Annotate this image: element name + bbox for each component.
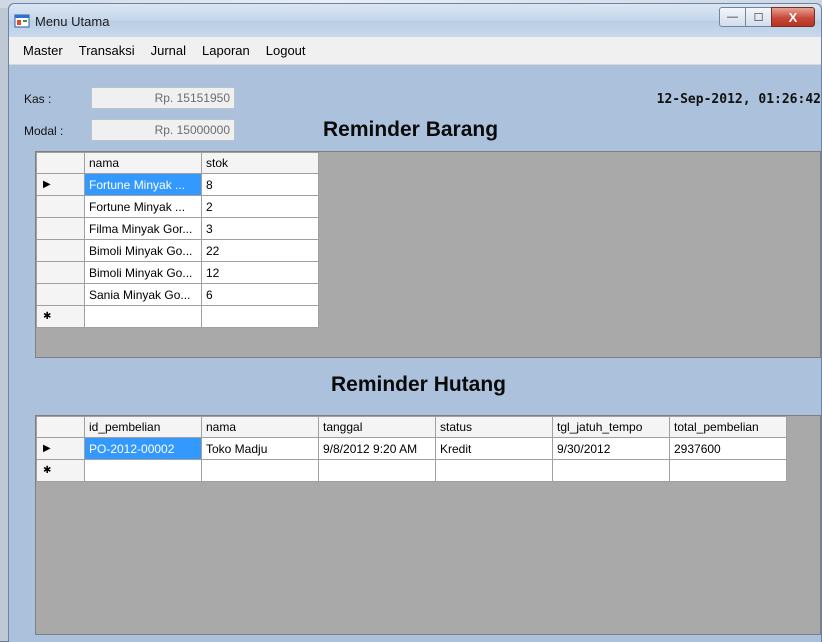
menu-jurnal[interactable]: Jurnal: [143, 43, 194, 58]
column-header-tgl-jatuh-tempo[interactable]: tgl_jatuh_tempo: [552, 416, 670, 438]
menu-laporan[interactable]: Laporan: [194, 43, 258, 58]
maximize-icon: ☐: [753, 11, 764, 24]
table-cell[interactable]: Filma Minyak Gor...: [84, 217, 202, 240]
table-cell[interactable]: 3: [201, 217, 319, 240]
column-header-stok[interactable]: stok: [201, 152, 319, 174]
table-cell[interactable]: Toko Madju: [201, 437, 319, 460]
table-cell[interactable]: 6: [201, 283, 319, 306]
window-title: Menu Utama: [35, 14, 110, 29]
current-row-icon: ▶: [36, 437, 85, 460]
row-header[interactable]: [36, 283, 85, 306]
table-cell[interactable]: Fortune Minyak ...: [84, 195, 202, 218]
reminder-hutang-title: Reminder Hutang: [331, 373, 507, 396]
table-row[interactable]: Sania Minyak Go... 6: [36, 283, 319, 306]
modal-field[interactable]: Rp. 15000000: [91, 119, 235, 141]
row-header[interactable]: [36, 195, 85, 218]
row-header[interactable]: [36, 261, 85, 284]
reminder-hutang-grid[interactable]: id_pembelian nama tanggal status tgl_jat…: [35, 415, 821, 635]
table-cell[interactable]: 9/30/2012: [552, 437, 670, 460]
table-cell[interactable]: [84, 305, 202, 328]
table-cell[interactable]: [552, 459, 670, 482]
close-icon: X: [788, 9, 798, 25]
reminder-hutang-table: id_pembelian nama tanggal status tgl_jat…: [36, 416, 787, 482]
column-header-status[interactable]: status: [435, 416, 553, 438]
row-header[interactable]: [36, 217, 85, 240]
new-row[interactable]: ✱: [36, 305, 319, 328]
table-row[interactable]: Bimoli Minyak Go... 22: [36, 239, 319, 262]
table-cell[interactable]: 22: [201, 239, 319, 262]
current-row-icon: ▶: [36, 173, 85, 196]
table-row[interactable]: Bimoli Minyak Go... 12: [36, 261, 319, 284]
datetime-display: 12-Sep-2012, 01:26:42: [656, 92, 821, 107]
row-header[interactable]: [36, 239, 85, 262]
table-row[interactable]: Filma Minyak Gor... 3: [36, 217, 319, 240]
background-app-edge: [0, 8, 8, 641]
new-row-icon: ✱: [36, 305, 85, 328]
table-header-row: id_pembelian nama tanggal status tgl_jat…: [36, 416, 787, 438]
column-header-id-pembelian[interactable]: id_pembelian: [84, 416, 202, 438]
table-cell[interactable]: [435, 459, 553, 482]
minimize-button[interactable]: —: [719, 7, 746, 27]
table-cell[interactable]: [318, 459, 436, 482]
row-header-corner: [36, 152, 85, 174]
title-bar[interactable]: Menu Utama — ☐ X: [9, 4, 821, 37]
table-cell[interactable]: 2937600: [669, 437, 787, 460]
table-cell[interactable]: [201, 305, 319, 328]
close-button[interactable]: X: [771, 7, 815, 27]
table-cell[interactable]: [669, 459, 787, 482]
column-header-nama[interactable]: nama: [201, 416, 319, 438]
table-cell[interactable]: Fortune Minyak ...: [84, 173, 202, 196]
new-row-icon: ✱: [36, 459, 85, 482]
modal-label: Modal :: [24, 124, 64, 138]
table-row[interactable]: ▶ Fortune Minyak ... 8: [36, 173, 319, 196]
table-row[interactable]: ▶ PO-2012-00002 Toko Madju 9/8/2012 9:20…: [36, 437, 787, 460]
table-cell[interactable]: PO-2012-00002: [84, 437, 202, 460]
table-cell[interactable]: Sania Minyak Go...: [84, 283, 202, 306]
main-window: Menu Utama — ☐ X Master Transaksi Jurnal…: [8, 3, 822, 642]
menu-logout[interactable]: Logout: [258, 43, 314, 58]
form-client-area: Kas : Rp. 15151950 Modal : Rp. 15000000 …: [9, 65, 821, 642]
column-header-tanggal[interactable]: tanggal: [318, 416, 436, 438]
reminder-barang-title: Reminder Barang: [323, 118, 499, 141]
table-cell[interactable]: Bimoli Minyak Go...: [84, 239, 202, 262]
column-header-nama[interactable]: nama: [84, 152, 202, 174]
table-cell[interactable]: 2: [201, 195, 319, 218]
kas-field[interactable]: Rp. 15151950: [91, 87, 235, 109]
menu-transaksi[interactable]: Transaksi: [71, 43, 143, 58]
table-cell[interactable]: [201, 459, 319, 482]
maximize-button[interactable]: ☐: [745, 7, 772, 27]
table-cell[interactable]: 12: [201, 261, 319, 284]
table-row[interactable]: Fortune Minyak ... 2: [36, 195, 319, 218]
window-controls: — ☐ X: [719, 7, 815, 27]
table-cell[interactable]: Kredit: [435, 437, 553, 460]
new-row[interactable]: ✱: [36, 459, 787, 482]
table-cell[interactable]: Bimoli Minyak Go...: [84, 261, 202, 284]
table-cell[interactable]: 8: [201, 173, 319, 196]
column-header-total-pembelian[interactable]: total_pembelian: [669, 416, 787, 438]
table-header-row: nama stok: [36, 152, 319, 174]
menu-master[interactable]: Master: [15, 43, 71, 58]
row-header-corner: [36, 416, 85, 438]
minimize-icon: —: [727, 11, 738, 23]
reminder-barang-table: nama stok ▶ Fortune Minyak ... 8 Fortune…: [36, 152, 319, 328]
kas-label: Kas :: [24, 92, 52, 106]
table-cell[interactable]: [84, 459, 202, 482]
table-cell[interactable]: 9/8/2012 9:20 AM: [318, 437, 436, 460]
menu-bar: Master Transaksi Jurnal Laporan Logout: [9, 37, 821, 65]
reminder-barang-grid[interactable]: nama stok ▶ Fortune Minyak ... 8 Fortune…: [35, 151, 821, 358]
app-icon: [14, 14, 30, 28]
